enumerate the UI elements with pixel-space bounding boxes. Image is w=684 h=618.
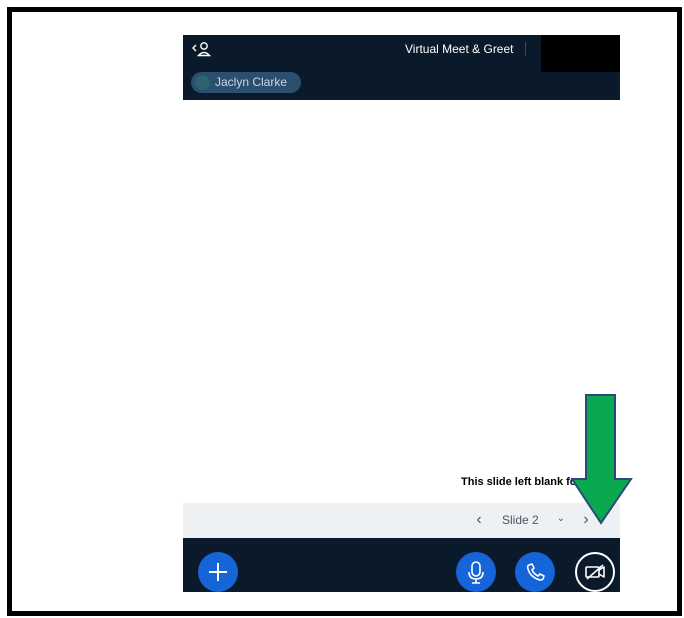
- phone-icon: [526, 563, 545, 581]
- camera-off-icon: [585, 564, 605, 580]
- microphone-icon: [468, 561, 484, 584]
- slide-navigation: ‹ Slide 2 ⌄ ›: [183, 503, 620, 538]
- add-button[interactable]: [198, 552, 238, 592]
- camera-button[interactable]: [575, 552, 615, 592]
- phone-button[interactable]: [515, 552, 555, 592]
- slide-label[interactable]: Slide 2: [502, 513, 539, 527]
- meeting-app: Virtual Meet & Greet Jaclyn Clarke This …: [183, 35, 620, 592]
- top-bar: Virtual Meet & Greet Jaclyn Clarke: [183, 35, 620, 100]
- presenter-name: Jaclyn Clarke: [215, 75, 288, 89]
- bottom-controls: [183, 538, 620, 592]
- presenter-badge[interactable]: Jaclyn Clarke: [191, 72, 301, 93]
- plus-icon: [209, 563, 227, 581]
- header-divider: [525, 42, 526, 56]
- meeting-title: Virtual Meet & Greet: [405, 42, 514, 56]
- back-user-icon[interactable]: [191, 40, 213, 58]
- chevron-left-icon[interactable]: ‹: [472, 511, 486, 529]
- green-down-arrow: [570, 394, 633, 525]
- chevron-down-icon[interactable]: ⌄: [555, 512, 567, 526]
- presenter-avatar: [195, 75, 210, 90]
- microphone-button[interactable]: [456, 552, 496, 592]
- slide-canvas: This slide left blank for yo up: [183, 100, 620, 503]
- redacted-box: [541, 35, 620, 72]
